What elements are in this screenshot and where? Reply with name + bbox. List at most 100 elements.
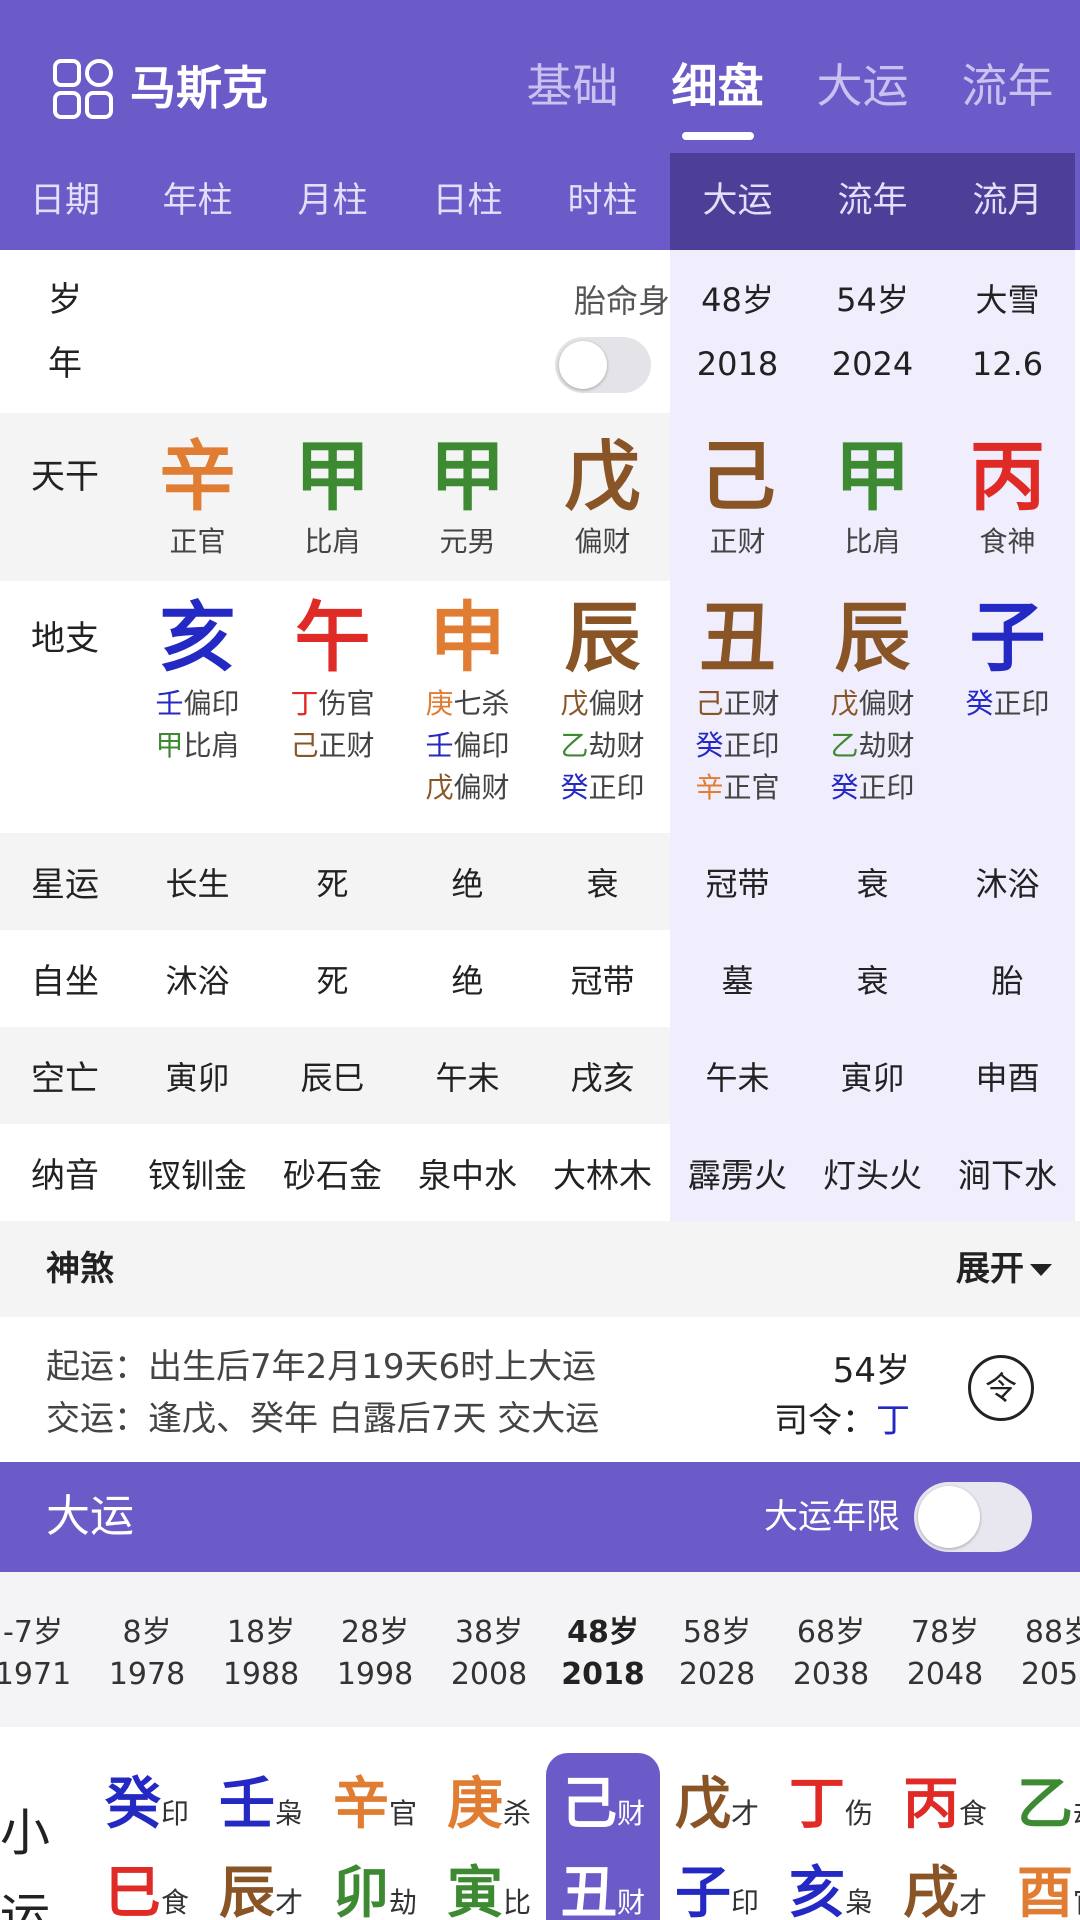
stem-cell[interactable]: 甲比肩 (265, 413, 400, 581)
branch-char: 子 (969, 593, 1046, 682)
xiaoyun-cell[interactable]: 辛官 卯劫 (318, 1757, 432, 1920)
branch-cell[interactable]: 亥壬偏印 甲比肩 (130, 581, 265, 833)
xiaoyun-branch-tag: 才 (958, 1886, 987, 1919)
xiaoyun-cell[interactable]: 戊才 子印 (660, 1757, 774, 1920)
hidden-stem: 癸正印 (965, 683, 1049, 725)
tab-liunian[interactable]: 流年 (935, 56, 1080, 116)
kongwang-row: 空亡 寅卯 辰巳 午未 戌亥 午未 寅卯 申酉 (0, 1027, 1080, 1124)
chevron-down-icon[interactable] (1030, 1264, 1052, 1276)
branch-cell[interactable]: 午丁伤官 己正财 (265, 581, 400, 833)
dayun-year-item[interactable]: 48岁 2018 (546, 1612, 660, 1696)
xiaoyun-cell[interactable]: 乙劫酉官 (1002, 1757, 1080, 1920)
xiaoyun-cell[interactable]: 癸印 巳食 (90, 1757, 204, 1920)
dayun-limit-toggle[interactable] (914, 1482, 1032, 1552)
hidden-stem-char: 己 (695, 687, 724, 720)
hidden-stem: 庚七杀 (425, 683, 509, 725)
stem-char: 甲 (294, 432, 371, 521)
stem-cell[interactable]: 己正财 (670, 413, 805, 581)
hidden-stem-char: 癸 (965, 687, 994, 720)
branch-char: 辰 (564, 593, 641, 682)
zizuo-value: 绝 (451, 961, 484, 1000)
xiaoyun-cell[interactable]: 庚杀 寅比 (432, 1757, 546, 1920)
stem-god: 正财 (709, 525, 766, 558)
hidden-stem: 丁伤官 (290, 683, 374, 725)
xiaoyun-stem-tag: 枭 (274, 1797, 303, 1830)
liunian-year: 2024 (831, 344, 914, 383)
xiaoyun-branch-char: 子 (674, 1861, 731, 1920)
dayun-year-age: 48岁 (567, 1615, 639, 1650)
branch-cell[interactable]: 丑己正财 癸正印 辛正官 (670, 581, 805, 833)
dayun-year-age: 68岁 (796, 1615, 866, 1650)
dayun-year-item[interactable]: 88岁 2058 (1002, 1612, 1080, 1696)
hidden-stem-char: 癸 (560, 771, 589, 804)
xiaoyun-stem-tag: 食 (958, 1797, 987, 1830)
grid-menu-icon[interactable] (52, 58, 114, 120)
stem-cell[interactable]: 丙食神 (940, 413, 1075, 581)
stem-god: 比肩 (844, 525, 901, 558)
tab-dayun[interactable]: 大运 (790, 56, 935, 116)
stem-god: 比肩 (304, 525, 361, 558)
dayun-title: 大运 (46, 1491, 134, 1542)
shensha-title: 神煞 (46, 1249, 114, 1289)
expand-button[interactable]: 展开 (956, 1221, 1024, 1317)
hidden-stem-god: 正印 (858, 771, 915, 804)
dayun-year-item[interactable]: 18岁 1988 (204, 1612, 318, 1696)
stem-char: 辛 (159, 432, 236, 521)
tab-basic[interactable]: 基础 (500, 56, 645, 116)
taiming-toggle[interactable] (554, 336, 651, 393)
xiaoyun-branch-char: 寅 (446, 1861, 503, 1920)
kongwang-label: 空亡 (0, 1027, 130, 1124)
siling-label: 司令： (774, 1401, 876, 1441)
xiaoyun-cell[interactable]: 己财 丑财 (546, 1753, 660, 1920)
stems-row: 天干 辛正官甲比肩甲元男戊偏财己正财甲比肩丙食神 (0, 413, 1080, 581)
hidden-stem-char: 乙 (830, 729, 859, 762)
col-liuyue[interactable]: 流月 (940, 153, 1075, 250)
app-root: 马斯克 基础 细盘 大运 流年 日期 年柱 月柱 日柱 时柱 大运 流年 流月 … (0, 0, 1080, 1920)
stem-cell[interactable]: 辛正官 (130, 413, 265, 581)
dayun-years[interactable]: -7岁 1971 8岁 1978 18岁 1988 28岁 1998 38岁 2008 48岁 201… (0, 1572, 1080, 1727)
xiaoyun-cell[interactable]: 壬枭 辰才 (204, 1757, 318, 1920)
dayun-year-item[interactable]: 28岁 1998 (318, 1612, 432, 1696)
kongwang-value: 戌亥 (535, 1027, 670, 1124)
hidden-stem-char: 丁 (290, 687, 319, 720)
xiaoyun-branch-tag: 劫 (388, 1886, 417, 1919)
shensha-bar: 神煞 展开 (0, 1221, 1080, 1317)
xiaoyun-strip[interactable]: 小 运 癸印巳食壬枭辰才辛官卯劫庚杀寅比己财丑财戊才子印丁伤亥枭丙食戌才乙劫酉官 (0, 1727, 1080, 1920)
branch-cell[interactable]: 申庚七杀 壬偏印 戊偏财 (400, 581, 535, 833)
stem-cell[interactable]: 甲比肩 (805, 413, 940, 581)
liuyue-date: 12.6 (971, 344, 1044, 383)
col-liunian[interactable]: 流年 (805, 153, 940, 250)
nayin-value: 灯头火 (805, 1124, 940, 1221)
dayun-year-age: 38岁 (454, 1615, 524, 1650)
hidden-stem-char: 壬 (425, 729, 454, 762)
col-dayun[interactable]: 大运 (670, 153, 805, 250)
branch-cell[interactable]: 子癸正印 (940, 581, 1075, 833)
branch-cell[interactable]: 辰戊偏财 乙劫财 癸正印 (805, 581, 940, 833)
stems-label: 天干 (0, 413, 130, 581)
dayun-year-item[interactable]: -7岁 1971 (0, 1612, 90, 1696)
dayun-year-item[interactable]: 68岁 2038 (774, 1612, 888, 1696)
xiaoyun-cell[interactable]: 丙食 戌才 (888, 1757, 1002, 1920)
xiaoyun-stem-tag: 印 (160, 1797, 189, 1830)
tab-detail[interactable]: 细盘 (645, 56, 790, 140)
bazi-table: 岁 年 胎命身 48岁 2018 54岁 2024 大雪 12.6 天干 辛 正… (0, 250, 1080, 1221)
dayun-year-item[interactable]: 58岁 2028 (660, 1612, 774, 1696)
col-date: 日期 (29, 181, 100, 221)
stem-cell[interactable]: 甲元男 (400, 413, 535, 581)
dayun-year-item[interactable]: 8岁 1978 (90, 1612, 204, 1696)
dayun-year-year: 2008 (450, 1657, 528, 1692)
age-label: 岁 年 (0, 250, 130, 413)
ling-refresh-icon[interactable]: 令 (968, 1355, 1034, 1421)
dayun-year-year: 1978 (108, 1657, 186, 1692)
dayun-year-item[interactable]: 78岁 2048 (888, 1612, 1002, 1696)
dayun-year-item[interactable]: 38岁 2008 (432, 1612, 546, 1696)
siling: 司令：丁 (774, 1393, 910, 1442)
age-dayun: 48岁 2018 (670, 250, 805, 413)
branch-cell[interactable]: 辰戊偏财 乙劫财 癸正印 (535, 581, 670, 833)
dayun-bar: 大运 大运年限 (0, 1462, 1080, 1572)
xiaoyun-branch-char: 卯 (332, 1861, 389, 1920)
stem-cell[interactable]: 戊偏财 (535, 413, 670, 581)
col-day-pillar: 日柱 (432, 181, 503, 221)
stem-char: 丙 (969, 432, 1046, 521)
xiaoyun-cell[interactable]: 丁伤 亥枭 (774, 1757, 888, 1920)
